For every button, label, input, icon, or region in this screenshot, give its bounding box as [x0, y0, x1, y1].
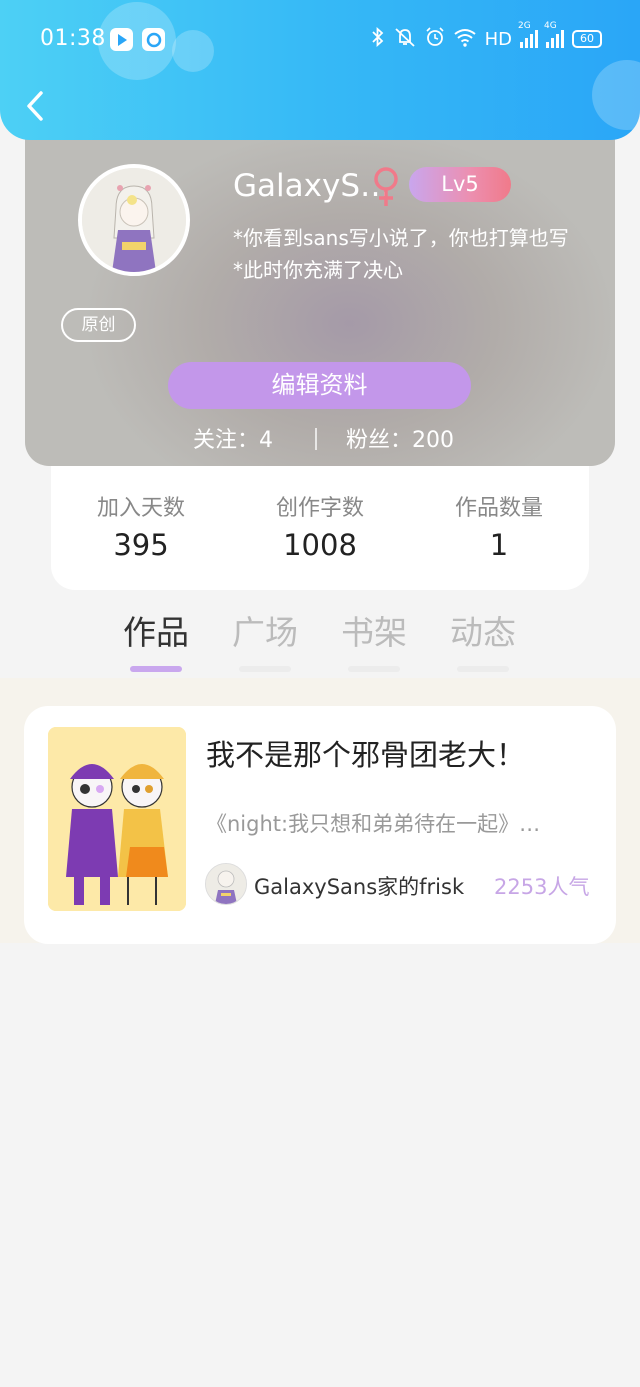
- signal-icon: 4G: [544, 21, 564, 48]
- popularity-count: 2253人气: [494, 875, 590, 899]
- divider: [315, 428, 317, 450]
- work-cover-image: [48, 727, 186, 911]
- tab-bar: 作品 广场 书架 动态: [0, 600, 640, 676]
- work-description: 《night:我只想和弟弟待在一起》…: [206, 812, 541, 836]
- signal-2g-label: 2G: [518, 21, 531, 31]
- tab-label: 广场: [232, 613, 298, 652]
- level-badge: Lv5: [409, 167, 511, 202]
- tab-activity[interactable]: 动态: [438, 606, 528, 672]
- tab-label: 作品: [123, 613, 189, 652]
- stat-value: 1: [489, 528, 509, 562]
- stat-value: 1008: [283, 528, 357, 562]
- author-avatar: [205, 863, 247, 905]
- username: GalaxyS…: [233, 168, 391, 204]
- stat-value: 395: [113, 528, 169, 562]
- stat-word-count: 创作字数 1008: [230, 490, 410, 562]
- notification-app-icon: [110, 28, 133, 51]
- tab-indicator: [239, 666, 291, 672]
- bio: *你看到sans写小说了，你也打算也写 *此时你充满了决心: [233, 222, 615, 286]
- stat-works-count: 作品数量 1: [409, 490, 589, 562]
- stat-label: 创作字数: [275, 496, 364, 521]
- tab-label: 书架: [341, 613, 407, 652]
- wifi-icon: [453, 27, 477, 52]
- tab-indicator: [457, 666, 509, 672]
- tab-label: 动态: [450, 613, 516, 652]
- stat-join-days: 加入天数 395: [51, 490, 231, 562]
- signal-icon: 2G: [518, 21, 538, 48]
- bio-line: *此时你充满了决心: [233, 258, 403, 282]
- hd-label: HD: [484, 28, 512, 50]
- tab-square[interactable]: 广场: [220, 606, 310, 672]
- following-count[interactable]: 关注：4: [193, 422, 273, 454]
- author-name: GalaxySans家的frisk: [254, 875, 465, 899]
- back-button[interactable]: [20, 86, 50, 126]
- decor-bubble: [592, 60, 640, 130]
- mute-bell-icon: [393, 26, 417, 53]
- female-gender-icon: [371, 166, 401, 208]
- stat-label: 加入天数: [96, 496, 185, 521]
- status-icons: HD 2G 4G 60: [371, 21, 602, 53]
- notification-app-icon: [142, 28, 165, 51]
- edit-profile-button[interactable]: 编辑资料: [168, 362, 471, 409]
- original-tag: 原创: [61, 308, 136, 342]
- top-header: 01:38 HD 2G 4G 60: [0, 0, 640, 140]
- tab-indicator: [348, 666, 400, 672]
- battery-icon: 60: [572, 30, 602, 48]
- follow-stats: 关注：4 粉丝：200: [25, 422, 615, 456]
- bio-line: *你看到sans写小说了，你也打算也写: [233, 226, 569, 250]
- tab-bookshelf[interactable]: 书架: [329, 606, 419, 672]
- tab-indicator: [130, 666, 182, 672]
- decor-bubble: [172, 30, 214, 72]
- work-card[interactable]: 我不是那个邪骨团老大！ 《night:我只想和弟弟待在一起》… GalaxySa…: [24, 706, 616, 944]
- profile-card: GalaxyS… Lv5 *你看到sans写小说了，你也打算也写 *此时你充满了…: [25, 110, 615, 466]
- alarm-icon: [425, 26, 445, 52]
- avatar[interactable]: [78, 164, 190, 276]
- bluetooth-icon: [371, 26, 385, 52]
- tab-works[interactable]: 作品: [111, 606, 201, 672]
- work-title[interactable]: 我不是那个邪骨团老大！: [206, 732, 525, 774]
- fans-count[interactable]: 粉丝：200: [346, 422, 454, 454]
- status-time: 01:38: [40, 26, 106, 51]
- signal-4g-label: 4G: [544, 21, 557, 31]
- stat-label: 作品数量: [454, 496, 543, 521]
- chevron-left-icon: [27, 91, 43, 121]
